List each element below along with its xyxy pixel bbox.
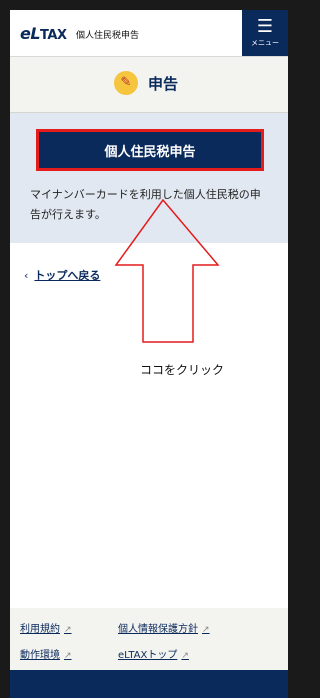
- app-frame: eLTAX 個人住民税申告 ☰ メニュー ✎ 申告 個人住民税申告 マイナンバー…: [10, 10, 288, 698]
- footer-links: 利用規約 ↗ 個人情報保護方針 ↗ 動作環境 ↗ eLTAXトップ ↗: [10, 608, 288, 670]
- click-here-note: ココをクリック: [140, 363, 225, 377]
- terms-link[interactable]: 利用規約 ↗: [20, 620, 72, 635]
- eltax-top-link[interactable]: eLTAXトップ ↗: [118, 646, 189, 661]
- up-arrow-outline: [114, 198, 220, 343]
- environment-link[interactable]: 動作環境 ↗: [20, 646, 72, 661]
- terms-link-label: 利用規約: [20, 624, 60, 635]
- external-link-icon: ↗: [202, 625, 210, 635]
- footer-bar: [10, 670, 288, 698]
- external-link-icon: ↗: [64, 625, 72, 635]
- external-link-icon: ↗: [181, 651, 189, 661]
- external-link-icon: ↗: [64, 651, 72, 661]
- eltax-top-link-label: eLTAXトップ: [118, 650, 178, 661]
- environment-link-label: 動作環境: [20, 650, 60, 661]
- privacy-link-label: 個人情報保護方針: [118, 624, 198, 635]
- privacy-policy-link[interactable]: 個人情報保護方針 ↗: [118, 620, 210, 635]
- annotation-arrow: [114, 198, 220, 343]
